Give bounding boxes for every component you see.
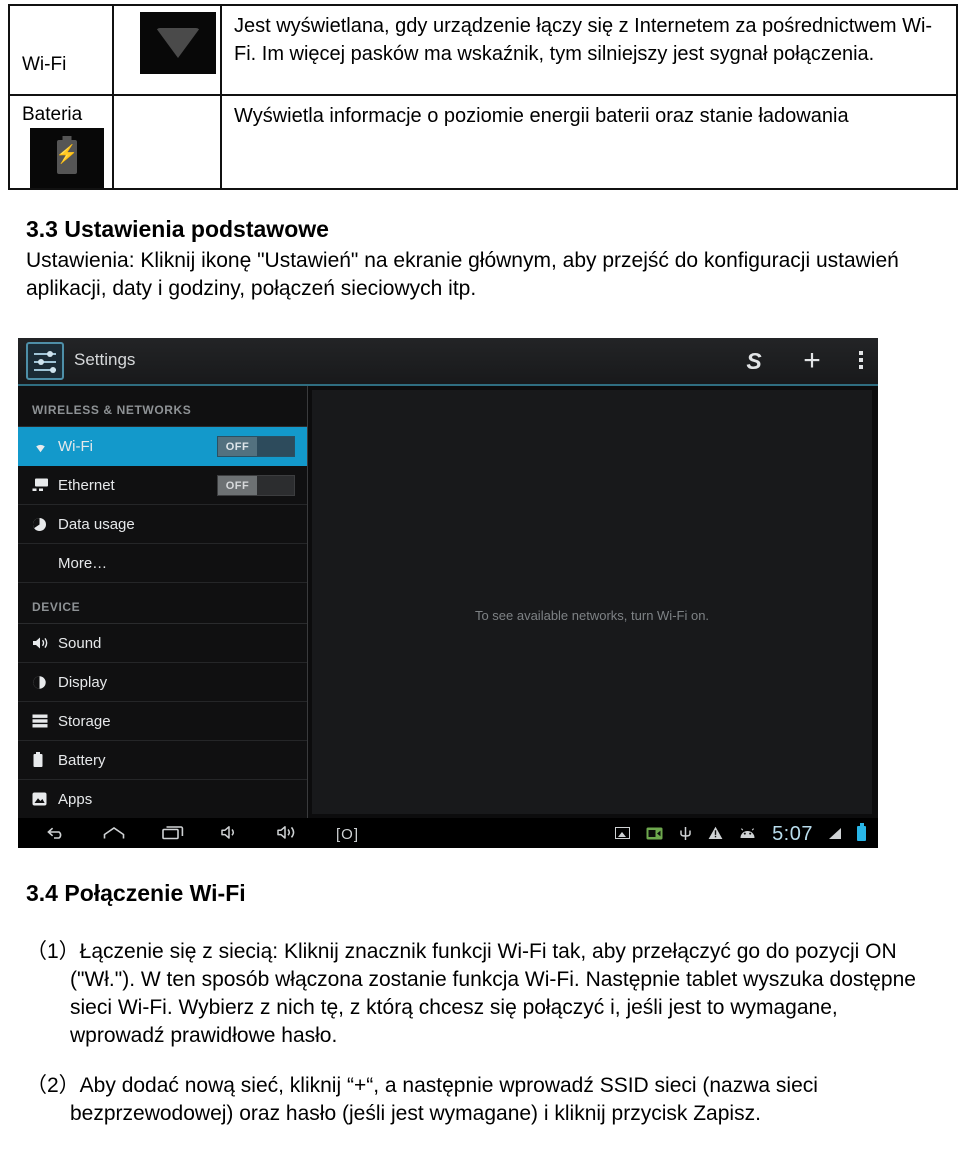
battery-icon-spacer-cell — [112, 94, 222, 190]
sidebar-group-title-wireless: WIRELESS & NETWORKS — [18, 386, 307, 427]
back-button-icon[interactable] — [46, 825, 66, 843]
sidebar-item-more[interactable]: More… — [18, 544, 307, 583]
settings-app-title: Settings — [74, 350, 136, 369]
settings-topbar: Settings S + — [18, 338, 878, 386]
wifi-label: Wi-Fi — [22, 54, 67, 75]
sidebar-item-label: Battery — [58, 751, 106, 769]
sidebar-item-sound[interactable]: Sound — [18, 624, 307, 663]
sidebar-item-battery[interactable]: Battery — [18, 741, 307, 780]
android-navbar: [O] 5:07 — [18, 818, 878, 848]
android-settings-screenshot: Settings S + WIRELESS & NETWORKS Wi-Fi O… — [18, 338, 878, 848]
battery-icon — [32, 752, 58, 768]
section-33-paragraph: Ustawienia: Kliknij ikonę "Ustawień" na … — [26, 249, 899, 300]
ethernet-icon — [32, 478, 58, 492]
wifi-description: Jest wyświetlana, gdy urządzenie łączy s… — [234, 15, 933, 66]
table-row: Bateria ⚡ Wyświetla informacje o poziomi… — [8, 94, 958, 190]
lightning-bolt-icon: ⚡ — [55, 144, 79, 164]
volume-up-icon[interactable] — [277, 825, 299, 843]
data-usage-icon — [32, 517, 58, 532]
battery-status-icon — [857, 822, 866, 843]
wifi-description-cell: Jest wyświetlana, gdy urządzenie łączy s… — [220, 4, 958, 96]
warning-icon — [708, 826, 723, 842]
section-34-item-2: （2）Aby dodać nową sieć, kliknij “+“, a n… — [26, 1072, 931, 1128]
wifi-label-cell: Wi-Fi — [8, 4, 114, 96]
section-34-item-1-text: （1）Łączenie się z siecią: Kliknij znaczn… — [26, 940, 916, 1047]
signal-icon — [829, 827, 841, 841]
home-button-icon[interactable] — [103, 826, 125, 843]
battery-description: Wyświetla informacje o poziomie energii … — [234, 105, 849, 127]
sidebar-item-data-usage[interactable]: Data usage — [18, 505, 307, 544]
battery-label: Bateria — [22, 104, 83, 125]
wifi-fan-shape — [156, 28, 200, 58]
battery-label-cell: Bateria ⚡ — [8, 94, 114, 190]
display-icon — [32, 675, 58, 690]
status-clock: 5:07 — [772, 822, 813, 845]
battery-charging-icon: ⚡ — [30, 128, 104, 188]
section-34-heading: 3.4 Połączenie Wi-Fi — [26, 880, 246, 906]
topbar-actions: S + — [743, 338, 864, 384]
wifi-toggle-label: OFF — [218, 437, 257, 456]
sound-icon — [32, 636, 58, 650]
sync-icon[interactable]: S — [743, 349, 765, 373]
usb-icon — [679, 826, 692, 843]
sidebar-item-label: Apps — [58, 790, 93, 808]
sidebar-item-wifi[interactable]: Wi-Fi OFF — [18, 427, 307, 466]
wifi-icon-cell — [112, 4, 222, 96]
apps-icon — [32, 792, 58, 806]
wifi-signal-icon — [140, 12, 216, 74]
table-row: Wi-Fi Jest wyświetlana, gdy urządzenie ł… — [8, 4, 958, 96]
settings-sliders-icon — [26, 342, 64, 380]
wifi-toggle[interactable]: OFF — [217, 436, 295, 457]
add-icon[interactable]: + — [801, 346, 823, 376]
wifi-icon — [32, 440, 58, 453]
volume-down-icon[interactable] — [221, 825, 240, 843]
sidebar-item-label: Sound — [58, 634, 102, 652]
screenshot-icon[interactable]: [O] — [336, 827, 359, 842]
sidebar-item-label: Storage — [58, 712, 111, 730]
ethernet-toggle-label: OFF — [218, 476, 257, 495]
sidebar-item-label: Data usage — [58, 515, 135, 533]
sidebar-item-label: More… — [58, 554, 108, 572]
status-icon-table: Wi-Fi Jest wyświetlana, gdy urządzenie ł… — [8, 4, 958, 190]
storage-icon — [32, 714, 58, 728]
empty-state-message: To see available networks, turn Wi-Fi on… — [474, 608, 710, 623]
sd-card-icon — [646, 827, 663, 842]
overflow-menu-icon[interactable] — [859, 350, 864, 372]
sidebar-item-ethernet[interactable]: Ethernet OFF — [18, 466, 307, 505]
sidebar-item-storage[interactable]: Storage — [18, 702, 307, 741]
settings-body: WIRELESS & NETWORKS Wi-Fi OFF Ethernet O… — [18, 386, 878, 819]
settings-content-pane: To see available networks, turn Wi-Fi on… — [312, 390, 872, 814]
sidebar-group-title-device: DEVICE — [18, 583, 307, 624]
sidebar-item-display[interactable]: Display — [18, 663, 307, 702]
android-robot-icon — [739, 827, 756, 841]
section-34-item-2-text: （2）Aby dodać nową sieć, kliknij “+“, a n… — [26, 1074, 818, 1125]
settings-sidebar: WIRELESS & NETWORKS Wi-Fi OFF Ethernet O… — [18, 386, 308, 819]
sidebar-item-label: Display — [58, 673, 108, 691]
screenshot-saved-icon — [615, 827, 631, 841]
sidebar-item-label: Wi-Fi — [58, 437, 93, 455]
sidebar-item-apps[interactable]: Apps — [18, 780, 307, 819]
section-34-item-1: （1）Łączenie się z siecią: Kliknij znaczn… — [26, 938, 931, 1050]
battery-description-cell: Wyświetla informacje o poziomie energii … — [220, 94, 958, 190]
navbar-buttons: [O] — [18, 825, 359, 843]
recents-button-icon[interactable] — [162, 825, 184, 843]
ethernet-toggle[interactable]: OFF — [217, 475, 295, 496]
status-icons: 5:07 — [615, 822, 866, 846]
section-33-heading: 3.3 Ustawienia podstawowe — [26, 216, 329, 242]
sidebar-item-label: Ethernet — [58, 476, 115, 494]
